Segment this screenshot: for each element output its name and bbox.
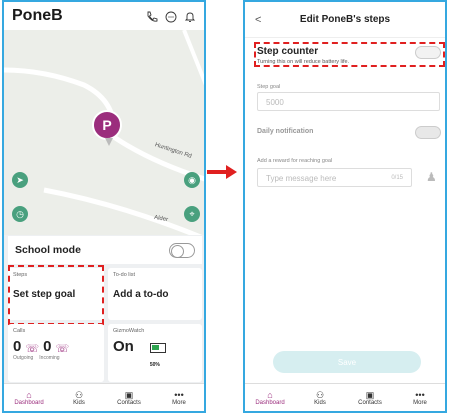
more-icon: •••	[415, 389, 425, 400]
outgoing-count: 0	[13, 338, 22, 355]
step-goal-label: Step goal	[257, 84, 281, 90]
watch-status: On	[113, 338, 134, 355]
battery-level: 50%	[149, 362, 160, 368]
contacts-icon: ▣	[365, 389, 375, 400]
battery-icon	[149, 343, 166, 353]
back-button[interactable]: <	[255, 14, 261, 26]
more-icon: •••	[174, 389, 184, 400]
tab-dashboard[interactable]: ⌂ Dashboard	[245, 384, 295, 411]
child-location-pin[interactable]: P	[92, 110, 122, 140]
tab-bar: ⌂ Dashboard ⚇ Kids ▣ Contacts ••• More	[245, 383, 445, 411]
tab-contacts[interactable]: ▣ Contacts	[345, 384, 395, 411]
kids-icon: ⚇	[315, 389, 325, 400]
reward-input[interactable]: Type message here 0/15	[257, 168, 412, 187]
chat-icon[interactable]	[165, 10, 177, 23]
outgoing-call-icon: ☏	[25, 343, 40, 355]
tab-more[interactable]: ••• More	[154, 384, 204, 411]
edit-steps-screen: < Edit PoneB's steps Step counter Turnin…	[243, 0, 447, 413]
step-goal-input[interactable]: 5000	[257, 92, 440, 111]
location-icon[interactable]: ◉	[184, 172, 200, 188]
watch-card[interactable]: GizmoWatch On 50%	[108, 324, 202, 382]
tab-bar: ⌂ Dashboard ⚇ Kids ▣ Contacts ••• More	[4, 383, 204, 411]
add-todo-label: Add a to-do	[113, 289, 169, 300]
tab-contacts[interactable]: ▣ Contacts	[104, 384, 154, 411]
tab-kids[interactable]: ⚇ Kids	[295, 384, 345, 411]
page-title: Edit PoneB's steps	[299, 14, 391, 25]
calls-card[interactable]: Calls 0 ☏ 0 ☏ Outgoing Incoming	[8, 324, 104, 382]
bell-icon[interactable]	[184, 10, 196, 22]
daily-notification-toggle[interactable]	[415, 126, 441, 139]
location-map[interactable]: Huntington Rd Alder P ➤ ◉ ◷ ⌖	[4, 30, 204, 235]
tab-more[interactable]: ••• More	[395, 384, 445, 411]
home-icon: ⌂	[26, 389, 32, 400]
screen-header: < Edit PoneB's steps	[245, 2, 445, 38]
todo-card[interactable]: To-do list Add a to-do	[108, 268, 202, 320]
home-icon: ⌂	[267, 389, 273, 400]
school-mode-row: School mode	[8, 236, 202, 264]
incoming-count: 0	[43, 338, 52, 355]
dashboard-screen: PoneB Huntington Rd Alder P ➤ ◉ ◷ ⌖ Scho…	[2, 0, 206, 413]
reward-trophy-icon[interactable]: ♟	[426, 170, 437, 184]
calls-caption: Calls	[13, 328, 26, 334]
save-button[interactable]: Save	[273, 351, 421, 373]
school-mode-label: School mode	[15, 244, 81, 256]
navigate-icon[interactable]: ➤	[12, 172, 28, 188]
brand-title: PoneB	[12, 7, 63, 24]
daily-notification-label: Daily notification	[257, 128, 314, 135]
geofence-icon[interactable]: ⌖	[184, 206, 200, 222]
school-mode-toggle[interactable]	[169, 242, 195, 258]
incoming-call-icon: ☏	[55, 343, 70, 355]
phone-icon[interactable]	[146, 10, 158, 22]
contacts-icon: ▣	[124, 389, 134, 400]
tab-dashboard[interactable]: ⌂ Dashboard	[4, 384, 54, 411]
kids-icon: ⚇	[74, 389, 84, 400]
reward-label: Add a reward for reaching goal	[257, 158, 333, 164]
pin-tail	[105, 138, 113, 146]
history-icon[interactable]: ◷	[12, 206, 28, 222]
arrow-icon	[207, 165, 237, 179]
watch-caption: GizmoWatch	[113, 328, 145, 334]
incoming-label: Incoming	[39, 355, 60, 361]
highlight-box	[8, 265, 104, 325]
outgoing-label: Outgoing	[13, 355, 34, 361]
tab-kids[interactable]: ⚇ Kids	[54, 384, 104, 411]
todo-caption: To-do list	[113, 272, 136, 278]
app-header: PoneB	[4, 2, 204, 30]
highlight-box	[254, 42, 445, 67]
